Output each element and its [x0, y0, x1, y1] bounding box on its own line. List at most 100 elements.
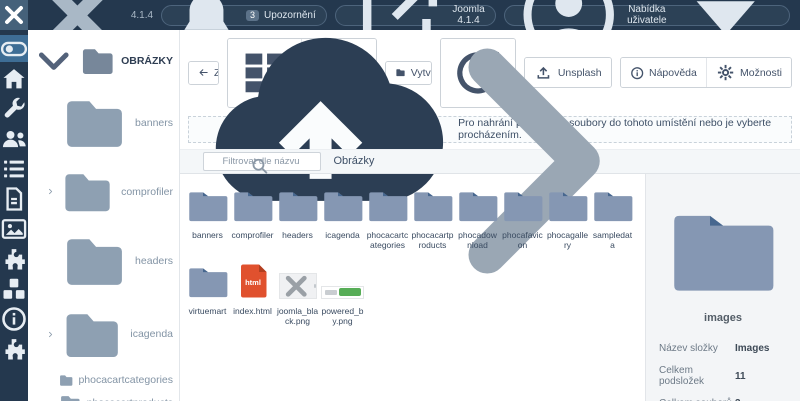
tree-item[interactable]: headers — [34, 223, 173, 299]
tree-item[interactable]: banners — [34, 85, 173, 161]
media-item[interactable]: html virtuemart — [186, 262, 229, 326]
sidebar-icon — [0, 35, 28, 63]
media-item-label: phocafavicon — [501, 230, 544, 250]
details-row: Celkem podsložek 11 — [646, 360, 800, 393]
folder-icon — [58, 162, 117, 221]
joomla-logo[interactable] — [0, 0, 28, 30]
folder-icon — [58, 372, 74, 388]
sidebar-icon — [0, 185, 28, 213]
search-wrap — [188, 151, 321, 171]
sidebar-item-content[interactable] — [0, 185, 28, 212]
media-item-icon: html — [276, 186, 319, 223]
media-item-icon: html — [501, 186, 544, 223]
sidebar-rail — [0, 30, 28, 401]
powered-by-thumbnail — [321, 286, 364, 299]
folder-icon — [413, 188, 453, 223]
media-item-icon: html — [231, 262, 274, 299]
media-item[interactable]: html index.html — [231, 262, 274, 326]
sidebar-item-extensions[interactable] — [0, 275, 28, 302]
media-item-label: sampledata — [591, 230, 634, 250]
sidebar-item-home[interactable] — [0, 65, 28, 92]
tree-item[interactable]: icagenda — [34, 299, 173, 370]
sidebar-icon — [0, 95, 28, 123]
media-item-icon: html — [186, 262, 229, 299]
media-manager-main: Zpět Nahoru Vytvořit — [180, 30, 800, 401]
media-item-label: phocagallery — [546, 230, 589, 250]
sidebar-item-users[interactable] — [0, 125, 28, 152]
sidebar-item-system[interactable] — [0, 95, 28, 122]
media-item-label: phocadownload — [456, 230, 499, 250]
joomla-icon — [0, 1, 28, 29]
joomla-image-thumbnail — [279, 273, 317, 299]
media-item-label: virtuemart — [186, 306, 229, 316]
details-label: Název složky — [659, 343, 735, 354]
tree-item-label: comprofiler — [121, 186, 173, 198]
folder-icon — [58, 300, 126, 368]
media-item-label: headers — [276, 230, 319, 240]
media-item[interactable]: html headers — [276, 186, 319, 250]
details-row: Název složky Images — [646, 338, 800, 360]
sidebar-item-plugins[interactable] — [0, 335, 28, 362]
folder-icon — [368, 188, 408, 223]
media-item-icon: html — [366, 186, 409, 223]
folder-icon — [58, 224, 131, 297]
tree-item-label: phocacartcategories — [78, 374, 173, 386]
chevron-down-icon — [34, 41, 74, 81]
media-item-label: banners — [186, 230, 229, 240]
tree-item-label: banners — [135, 117, 173, 129]
tree-item-label: phocacartproducts — [87, 397, 173, 401]
media-item[interactable]: html sampledata — [591, 186, 634, 250]
selected-folder-icon — [671, 204, 775, 296]
sidebar-icon — [0, 65, 28, 93]
tree-item[interactable]: phocacartcategories — [34, 370, 173, 389]
details-row: Celkem souborů 3 — [646, 393, 800, 401]
folder-icon — [593, 188, 633, 223]
sidebar-icon — [0, 125, 28, 153]
details-value: 11 — [735, 371, 746, 382]
media-item-icon: html — [591, 186, 634, 223]
media-item-icon: html — [321, 262, 364, 299]
media-item[interactable]: html powered_by.png — [321, 262, 364, 326]
media-item[interactable]: html phocagallery — [546, 186, 589, 250]
media-item[interactable]: html phocadownload — [456, 186, 499, 250]
folder-icon — [548, 188, 588, 223]
sidebar-icon — [0, 155, 28, 183]
media-item[interactable]: html phocacartcategories — [366, 186, 409, 250]
svg-text:html: html — [245, 277, 261, 286]
media-item[interactable]: html banners — [186, 186, 229, 250]
media-item-label: comprofiler — [231, 230, 274, 240]
chevron-right-icon — [47, 188, 54, 195]
tree-root-images[interactable]: OBRÁZKY — [34, 41, 173, 81]
folder-icon — [58, 391, 83, 401]
details-title: images — [646, 312, 800, 324]
sidebar-item-menus[interactable] — [0, 155, 28, 182]
sidebar-item-components[interactable] — [0, 245, 28, 272]
media-item[interactable]: html icagenda — [321, 186, 364, 250]
media-item[interactable]: html comprofiler — [231, 186, 274, 250]
folder-icon — [188, 188, 228, 223]
tree-item-label: icagenda — [130, 328, 173, 340]
folder-icon — [233, 188, 273, 223]
tree-item[interactable]: phocacartproducts — [34, 390, 173, 401]
search-icon — [188, 153, 199, 164]
tree-item[interactable]: comprofiler — [34, 161, 173, 223]
media-item[interactable]: html joomla_black.png — [276, 262, 319, 326]
media-tree-panel: OBRÁZKY banners comprofiler headers icag… — [28, 30, 180, 401]
media-item[interactable]: html phocacartproducts — [411, 186, 454, 250]
media-item-icon: html — [456, 186, 499, 223]
folder-icon — [78, 41, 118, 81]
sidebar-icon — [0, 275, 28, 303]
media-item-icon: html — [546, 186, 589, 223]
sidebar-item-toggle[interactable] — [0, 35, 28, 62]
media-item[interactable]: html phocafavicon — [501, 186, 544, 250]
sidebar-item-media[interactable] — [0, 215, 28, 242]
tree-item-label: headers — [135, 255, 173, 267]
media-item-icon: html — [231, 186, 274, 223]
folder-icon — [188, 264, 228, 299]
sidebar-item-help[interactable] — [0, 305, 28, 332]
options-button[interactable]: Možnosti — [706, 58, 791, 87]
html-file-icon: html — [238, 263, 268, 299]
breadcrumb-label: Obrázky — [333, 155, 374, 167]
sidebar-icon — [0, 215, 28, 243]
media-item-label: icagenda — [321, 230, 364, 240]
